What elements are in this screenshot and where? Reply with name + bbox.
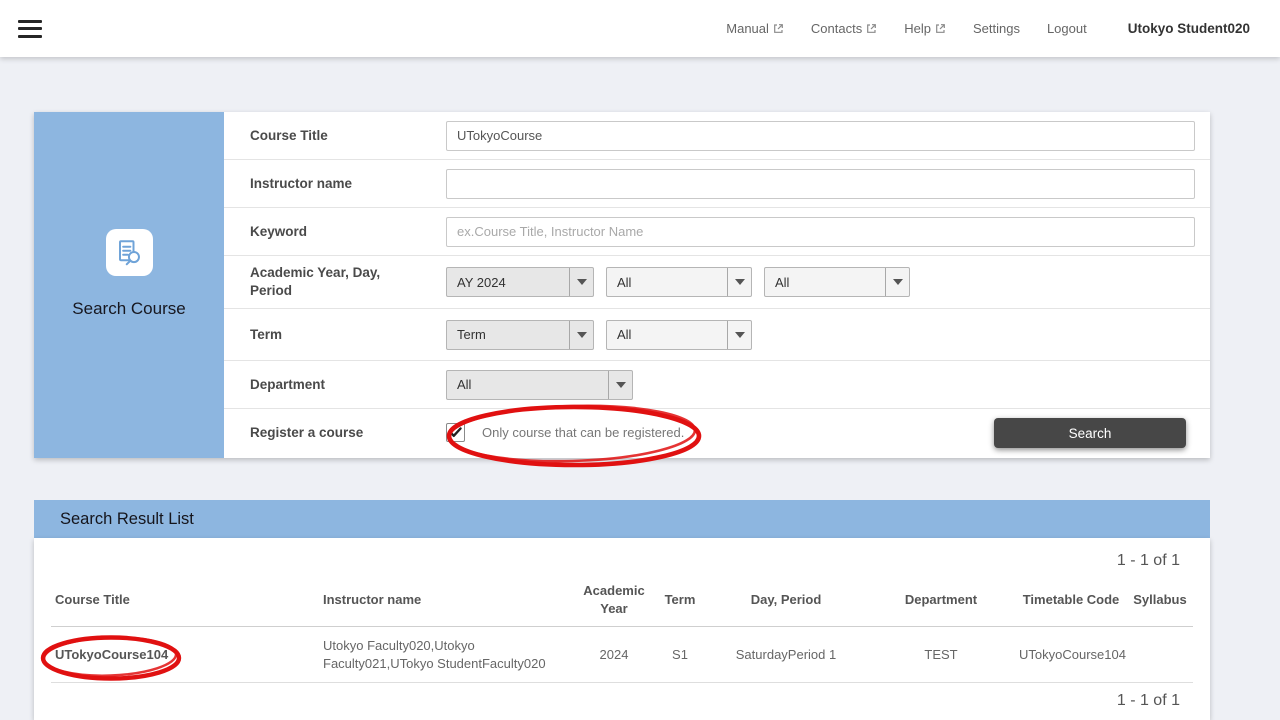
term-sub-value: All <box>607 321 727 349</box>
term-sub-select[interactable]: All <box>606 320 752 350</box>
col-department: Department <box>867 572 1015 627</box>
period-value: All <box>765 268 885 296</box>
col-day-period: Day, Period <box>705 572 867 627</box>
search-course-icon <box>106 229 153 276</box>
form-row-term: Term Term All <box>224 308 1210 360</box>
search-form: Course Title Instructor name Keyword Aca… <box>224 112 1210 458</box>
search-course-sidebar: Search Course <box>34 112 224 458</box>
result-academic-year: 2024 <box>573 627 655 683</box>
period-select[interactable]: All <box>764 267 910 297</box>
nav-contacts-label: Contacts <box>811 21 862 36</box>
nav-manual[interactable]: Manual <box>726 21 784 36</box>
search-result-list-header: Search Result List <box>34 500 1210 538</box>
academic-year-select[interactable]: AY 2024 <box>446 267 594 297</box>
form-row-department: Department All <box>224 360 1210 408</box>
top-navigation: Manual Contacts Help Se <box>726 21 1280 36</box>
department-label: Department <box>224 376 446 394</box>
form-row-course-title: Course Title <box>224 112 1210 159</box>
col-academic-year: Academic Year <box>573 572 655 627</box>
nav-help-label: Help <box>904 21 931 36</box>
results-table: Course Title Instructor name Academic Ye… <box>51 572 1193 683</box>
term-value: Term <box>447 321 569 349</box>
nav-settings[interactable]: Settings <box>973 21 1020 36</box>
instructor-input[interactable] <box>446 169 1195 199</box>
search-button[interactable]: Search <box>994 418 1186 448</box>
register-checkbox-label: Only course that can be registered. <box>482 425 684 440</box>
pagination-top: 1 - 1 of 1 <box>51 538 1193 572</box>
dropdown-arrow-icon <box>569 268 593 296</box>
external-link-icon <box>935 23 946 34</box>
external-link-icon <box>866 23 877 34</box>
result-syllabus <box>1127 627 1193 683</box>
dropdown-arrow-icon <box>727 321 751 349</box>
dropdown-arrow-icon <box>885 268 909 296</box>
table-row: UTokyoCourse104 Utokyo Faculty020,Utokyo… <box>51 627 1193 683</box>
hamburger-menu-icon[interactable] <box>18 20 42 38</box>
form-row-instructor: Instructor name <box>224 159 1210 207</box>
ay-day-period-label: Academic Year, Day, Period <box>224 264 446 299</box>
search-course-panel: Search Course Course Title Instructor na… <box>34 112 1210 458</box>
result-department: TEST <box>867 627 1015 683</box>
result-instructor: Utokyo Faculty020,Utokyo Faculty021,UTok… <box>319 627 573 683</box>
result-timetable-code: UTokyoCourse104 <box>1015 627 1127 683</box>
form-row-ay-day-period: Academic Year, Day, Period AY 2024 All A… <box>224 255 1210 308</box>
dropdown-arrow-icon <box>569 321 593 349</box>
result-day-period: SaturdayPeriod 1 <box>705 627 867 683</box>
instructor-label: Instructor name <box>224 175 446 193</box>
term-select[interactable]: Term <box>446 320 594 350</box>
keyword-label: Keyword <box>224 223 446 241</box>
nav-help[interactable]: Help <box>904 21 946 36</box>
department-value: All <box>447 371 608 399</box>
result-course-title-link[interactable]: UTokyoCourse104 <box>55 647 168 662</box>
logged-in-user: Utokyo Student020 <box>1128 21 1250 36</box>
form-row-keyword: Keyword <box>224 207 1210 255</box>
top-bar: Manual Contacts Help Se <box>0 0 1280 57</box>
form-row-register: Register a course Only course that can b… <box>224 408 1210 456</box>
col-timetable-code: Timetable Code <box>1015 572 1127 627</box>
day-value: All <box>607 268 727 296</box>
external-link-icon <box>773 23 784 34</box>
pagination-bottom: 1 - 1 of 1 <box>51 683 1193 710</box>
search-result-card: 1 - 1 of 1 Course Title Instructor name … <box>34 538 1210 720</box>
result-term: S1 <box>655 627 705 683</box>
register-label: Register a course <box>224 424 446 442</box>
register-checkbox[interactable] <box>446 423 465 442</box>
dropdown-arrow-icon <box>727 268 751 296</box>
col-syllabus: Syllabus <box>1127 572 1193 627</box>
results-header-row: Course Title Instructor name Academic Ye… <box>51 572 1193 627</box>
nav-settings-label: Settings <box>973 21 1020 36</box>
search-result-list-title: Search Result List <box>60 510 194 529</box>
keyword-input[interactable] <box>446 217 1195 247</box>
course-title-input[interactable] <box>446 121 1195 151</box>
nav-manual-label: Manual <box>726 21 769 36</box>
course-title-label: Course Title <box>224 127 446 145</box>
col-term: Term <box>655 572 705 627</box>
department-select[interactable]: All <box>446 370 633 400</box>
search-panel-title: Search Course <box>72 299 185 319</box>
nav-contacts[interactable]: Contacts <box>811 21 877 36</box>
col-instructor: Instructor name <box>319 572 573 627</box>
term-label: Term <box>224 326 446 344</box>
nav-logout-label: Logout <box>1047 21 1087 36</box>
dropdown-arrow-icon <box>608 371 632 399</box>
col-course-title: Course Title <box>51 572 319 627</box>
nav-logout[interactable]: Logout <box>1047 21 1087 36</box>
day-select[interactable]: All <box>606 267 752 297</box>
academic-year-value: AY 2024 <box>447 268 569 296</box>
